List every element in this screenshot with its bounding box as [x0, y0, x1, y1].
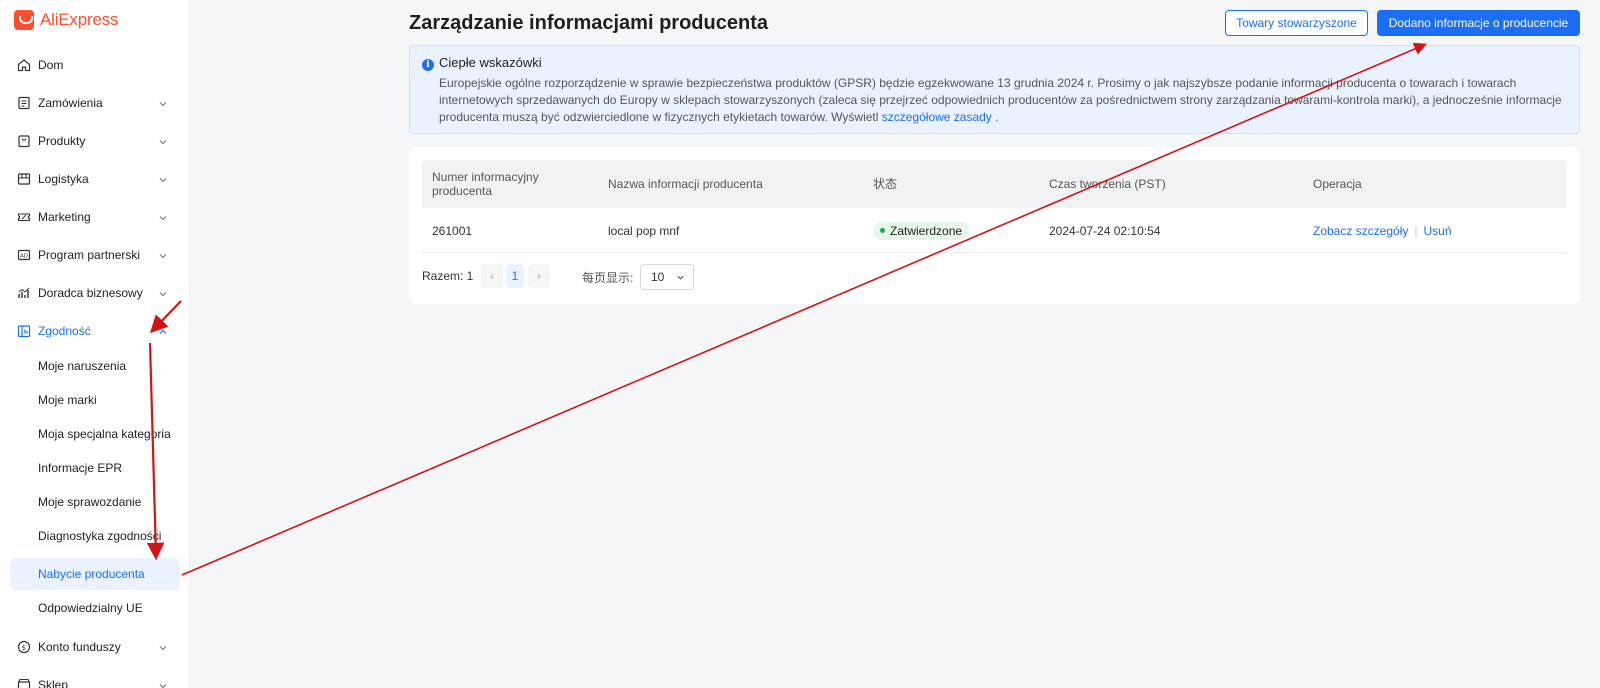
per-page-value: 10: [651, 270, 665, 284]
sidebar-item-dom[interactable]: Dom: [10, 50, 180, 80]
sidebar-item-produkty[interactable]: Produkty: [10, 126, 180, 156]
notice-suffix: .: [991, 110, 999, 124]
sidebar: AliExpress Dom Zamówienia Produkty Logis…: [0, 0, 190, 688]
sidebar-item-zgodnosc[interactable]: Zgodność: [10, 316, 180, 346]
column-header-name: Nazwa informacji producenta: [608, 177, 763, 191]
brand-logo[interactable]: AliExpress: [14, 10, 119, 30]
sidebar-item-label: Dom: [38, 58, 64, 72]
prev-page-button[interactable]: ‹: [481, 264, 503, 288]
sidebar-item-label: Zgodność: [38, 324, 91, 338]
manufacturer-id: 261001: [432, 223, 473, 238]
tips-notice: i Ciepłe wskazówki Europejskie ogólne ro…: [409, 45, 1580, 134]
operations-cell: Zobacz szczegóły | Usuń: [1313, 208, 1452, 253]
associated-goods-button[interactable]: Towary stowarzyszone: [1225, 10, 1368, 36]
add-manufacturer-info-button[interactable]: Dodano informacje o producencie: [1377, 10, 1580, 36]
compliance-icon: [17, 324, 31, 338]
column-header-created: Czas tworzenia (PST): [1049, 177, 1166, 191]
chevron-down-icon: [677, 275, 684, 280]
pagination: Razem: 1 ‹ 1 › 每页显示: 10: [422, 264, 1022, 290]
sidebar-subitem-odpowiedzialny-ue[interactable]: Odpowiedzialny UE: [10, 592, 180, 624]
sidebar-subitem-informacje-epr[interactable]: Informacje EPR: [10, 452, 180, 484]
notice-text: Europejskie ogólne rozporządzenie w spra…: [439, 76, 1562, 124]
sidebar-item-label: Logistyka: [38, 172, 89, 186]
status-cell: Zatwierdzone: [873, 208, 970, 253]
delete-link[interactable]: Usuń: [1424, 224, 1452, 238]
view-details-link[interactable]: Zobacz szczegóły: [1313, 224, 1408, 238]
sidebar-item-doradca-biznesowy[interactable]: Doradca biznesowy: [10, 278, 180, 308]
status-dot-icon: [880, 228, 885, 233]
column-header-id: Numer informacyjny producenta: [432, 170, 539, 198]
sidebar-subitem-moje-naruszenia[interactable]: Moje naruszenia: [10, 350, 180, 382]
dollar-icon: $: [17, 640, 31, 654]
brand-name: AliExpress: [40, 10, 119, 29]
sidebar-item-label: Produkty: [38, 134, 86, 148]
home-icon: [17, 58, 31, 72]
sidebar-item-marketing[interactable]: Marketing: [10, 202, 180, 232]
orders-icon: [17, 96, 31, 110]
created-time: 2024-07-24 02:10:54: [1049, 223, 1161, 238]
sidebar-item-konto-funduszy[interactable]: $ Konto funduszy: [10, 632, 180, 662]
chevron-up-icon: [158, 326, 168, 336]
sidebar-item-zamowienia[interactable]: Zamówienia: [10, 88, 180, 118]
info-icon: i: [422, 59, 434, 71]
svg-text:$: $: [22, 644, 26, 652]
ad-icon: AD: [17, 248, 31, 262]
chevron-down-icon: [158, 288, 168, 298]
sidebar-item-label: Doradca biznesowy: [38, 286, 143, 300]
sidebar-item-label: Program partnerski: [38, 248, 141, 262]
store-icon: [17, 678, 31, 688]
svg-text:AD: AD: [20, 254, 28, 260]
sidebar-subitem-moja-specjalna-kategoria[interactable]: Moja specjalna kategoria: [10, 418, 180, 450]
chart-icon: [17, 286, 31, 300]
sidebar-item-label: Konto funduszy: [38, 640, 121, 654]
next-page-button[interactable]: ›: [528, 264, 550, 288]
sidebar-item-label: Marketing: [38, 210, 91, 224]
sidebar-subitem-moje-marki[interactable]: Moje marki: [10, 384, 180, 416]
column-header-operation: Operacja: [1313, 177, 1362, 191]
page-1-button[interactable]: 1: [506, 264, 524, 288]
manufacturer-table-card: Numer informacyjny producenta Nazwa info…: [409, 147, 1580, 304]
status-text: Zatwierdzone: [890, 223, 963, 238]
status-badge: Zatwierdzone: [873, 221, 970, 240]
chevron-down-icon: [158, 174, 168, 184]
sidebar-item-label: Zamówienia: [38, 96, 103, 110]
truck-icon: [17, 172, 31, 186]
notice-body: Europejskie ogólne rozporządzenie w spra…: [439, 75, 1564, 126]
total-count: Razem: 1: [422, 269, 474, 283]
table-header: Numer informacyjny producenta Nazwa info…: [422, 160, 1567, 208]
table-row: 261001 local pop mnf Zatwierdzone 2024-0…: [422, 208, 1567, 253]
chevron-down-icon: [158, 98, 168, 108]
divider: |: [1414, 223, 1418, 238]
ticket-icon: [17, 210, 31, 224]
sidebar-item-sklep[interactable]: Sklep: [10, 670, 180, 688]
sidebar-subitem-diagnostyka-zgodnosci[interactable]: Diagnostyka zgodności: [10, 520, 180, 552]
manufacturer-name: local pop mnf: [608, 223, 680, 238]
per-page-label: 每页显示:: [582, 271, 634, 285]
sidebar-item-logistyka[interactable]: Logistyka: [10, 164, 180, 194]
chevron-down-icon: [158, 136, 168, 146]
bag-icon: [17, 134, 31, 148]
sidebar-subitem-nabycie-producenta[interactable]: Nabycie producenta: [10, 558, 180, 590]
column-header-status: 状态: [873, 177, 898, 191]
chevron-down-icon: [158, 250, 168, 260]
chevron-down-icon: [158, 642, 168, 652]
page-title: Zarządzanie informacjami producenta: [409, 12, 768, 34]
sidebar-item-program-partnerski[interactable]: AD Program partnerski: [10, 240, 180, 270]
sidebar-item-label: Sklep: [38, 678, 69, 688]
sidebar-subitem-moje-sprawozdanie[interactable]: Moje sprawozdanie: [10, 486, 180, 518]
aliexpress-logo-icon: [14, 10, 34, 30]
chevron-down-icon: [158, 680, 168, 688]
per-page-select[interactable]: 10: [640, 264, 694, 290]
notice-title: Ciepłe wskazówki: [439, 55, 542, 70]
detailed-rules-link[interactable]: szczegółowe zasady: [882, 110, 992, 124]
chevron-down-icon: [158, 212, 168, 222]
